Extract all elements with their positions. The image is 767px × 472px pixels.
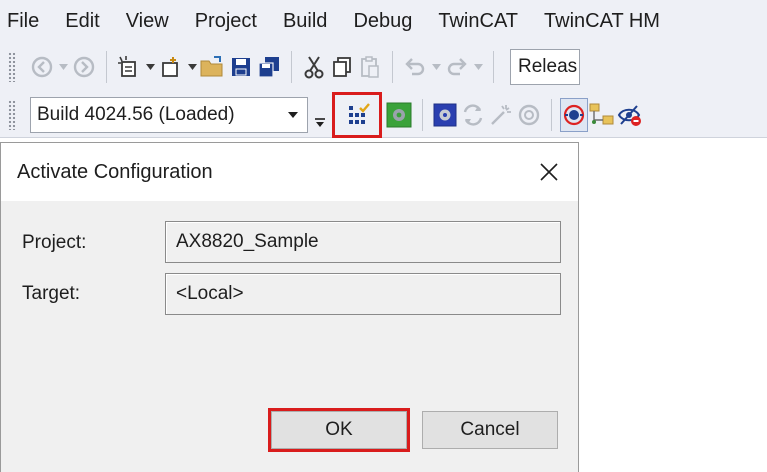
close-button[interactable] <box>520 143 578 201</box>
toolbar-separator <box>422 98 423 131</box>
toggle-free-run-icon[interactable] <box>515 98 543 132</box>
back-dropdown-icon[interactable] <box>56 50 70 84</box>
new-project-dropdown-icon[interactable] <box>143 50 157 84</box>
toolbar-grip[interactable] <box>8 99 16 130</box>
ok-button[interactable]: OK <box>268 408 410 452</box>
redo-dropdown-icon[interactable] <box>471 50 485 84</box>
toolbar-grip[interactable] <box>8 52 16 82</box>
disable-icon[interactable] <box>616 98 644 132</box>
menu-project[interactable]: Project <box>187 10 275 33</box>
close-icon <box>540 163 558 181</box>
forward-icon[interactable] <box>70 50 98 84</box>
toolbar-separator <box>493 51 494 83</box>
back-icon[interactable] <box>28 50 56 84</box>
dialog-titlebar[interactable]: Activate Configuration <box>1 143 578 201</box>
menu-debug[interactable]: Debug <box>345 10 430 33</box>
reload-devices-icon[interactable] <box>459 98 487 132</box>
target-system-icon[interactable] <box>431 98 459 132</box>
target-field: <Local> <box>165 273 561 315</box>
toolbar-separator <box>551 98 552 131</box>
toolbar-separator <box>392 51 393 83</box>
add-item-dropdown-icon[interactable] <box>185 50 199 84</box>
dialog-title: Activate Configuration <box>17 160 213 183</box>
open-folder-icon[interactable] <box>199 50 227 84</box>
twincat-toolbar: Build 4024.56 (Loaded) <box>0 91 767 138</box>
add-item-icon[interactable] <box>157 50 185 84</box>
twincat-version-combo[interactable]: Build 4024.56 (Loaded) <box>30 96 308 133</box>
activate-configuration-icon <box>349 102 370 124</box>
redo-icon[interactable] <box>443 50 471 84</box>
undo-icon[interactable] <box>401 50 429 84</box>
copy-icon[interactable] <box>328 50 356 84</box>
undo-dropdown-icon[interactable] <box>429 50 443 84</box>
target-label: Target: <box>22 283 81 304</box>
show-online-data-icon[interactable] <box>560 97 588 132</box>
choose-target-icon[interactable] <box>588 98 616 132</box>
activate-configuration-dialog: Activate Configuration Project: AX8820_S… <box>0 142 579 472</box>
project-field: AX8820_Sample <box>165 221 561 263</box>
save-icon[interactable] <box>227 50 255 84</box>
menu-file[interactable]: File <box>0 10 57 33</box>
scan-icon[interactable] <box>487 98 515 132</box>
paste-icon[interactable] <box>356 50 384 84</box>
activate-configuration-button[interactable] <box>332 91 382 138</box>
menu-build[interactable]: Build <box>275 10 345 33</box>
menu-bar: File Edit View Project Build Debug TwinC… <box>0 0 767 42</box>
twincat-version-value: Build 4024.56 (Loaded) <box>37 103 235 125</box>
solution-configuration-combo[interactable]: Releas <box>510 49 580 85</box>
chevron-down-icon <box>285 111 301 118</box>
project-label: Project: <box>22 232 87 253</box>
restart-twincat-icon[interactable] <box>384 98 414 132</box>
new-project-icon[interactable] <box>115 50 143 84</box>
menu-twincat[interactable]: TwinCAT <box>430 10 536 33</box>
save-all-icon[interactable] <box>255 50 283 84</box>
cancel-button[interactable]: Cancel <box>422 411 558 449</box>
menu-twincat-hmi[interactable]: TwinCAT HM <box>536 10 678 33</box>
toolbar-separator <box>291 51 292 83</box>
standard-toolbar: Releas <box>0 42 767 92</box>
toolbar-separator <box>106 51 107 83</box>
menu-view[interactable]: View <box>118 10 187 33</box>
cut-icon[interactable] <box>300 50 328 84</box>
toolbar-overflow-icon[interactable] <box>312 98 328 132</box>
menu-edit[interactable]: Edit <box>57 10 117 33</box>
